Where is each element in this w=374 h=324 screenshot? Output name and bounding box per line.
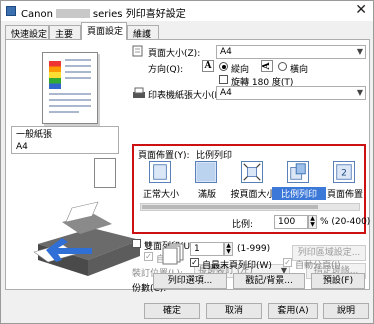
print-from-last-page-checkbox[interactable]: ✓ <box>190 258 199 267</box>
copies-spinner[interactable]: ▲ ▼ <box>224 242 233 256</box>
fit-to-page-icon <box>241 161 263 183</box>
landscape-icon: A <box>261 60 273 72</box>
borderless-icon <box>195 161 217 183</box>
apply-button[interactable]: 套用(A) <box>268 303 318 319</box>
collate-label: 自動分頁(I) <box>295 261 341 271</box>
scale-label: 比例: <box>232 220 254 230</box>
page-size-icon <box>132 45 143 57</box>
preview-text-line <box>49 105 91 107</box>
layout-option-fit-to-page[interactable]: 按頁面大小 <box>230 161 276 203</box>
scaled-print-icon <box>287 161 309 183</box>
page-layout-group: 頁面佈置(Y): 比例列印 正常大小 滿版 按頁面大小 比例列印 2 頁面佈置 <box>132 144 370 234</box>
portrait-icon: A <box>202 60 214 72</box>
preview-text-line <box>49 111 79 113</box>
copies-stack-icon <box>162 243 184 265</box>
page-size-value: A4 <box>220 47 232 57</box>
layout-option-scaled[interactable]: 比例列印 <box>272 161 326 203</box>
media-summary-box: 一般紙張 A4 <box>11 126 119 154</box>
media-size-text: A4 <box>16 142 28 152</box>
page-layout-label: 頁面佈置(Y): <box>138 151 190 161</box>
chevron-down-icon: ▼ <box>356 47 363 56</box>
printer-paper-size-value: A4 <box>220 88 232 98</box>
tab-maintenance[interactable]: 維護 <box>127 25 159 40</box>
stamp-background-button[interactable]: 戳記/背景... <box>233 273 305 289</box>
blurred-model-name <box>55 9 90 18</box>
preview-text-line <box>65 71 91 73</box>
preview-text-line <box>65 65 91 67</box>
printer-paper-icon <box>133 87 145 98</box>
scale-range: % (20-400) <box>320 217 371 227</box>
portrait-label: 縱向 <box>231 65 250 75</box>
page-size-label: 頁面大小(Z): <box>148 49 201 59</box>
layout-option-label: 頁面佈置 <box>326 190 363 200</box>
rotate-180-checkbox[interactable] <box>219 75 228 84</box>
preview-text-line <box>65 77 91 79</box>
media-type-text: 一般紙張 <box>16 130 53 140</box>
window-title: Canon series 列印喜好設定 <box>21 5 186 20</box>
landscape-radio[interactable] <box>278 62 287 71</box>
copies-range: (1-999) <box>237 244 271 254</box>
landscape-label: 橫向 <box>290 65 309 75</box>
page-layout-current: 比例列印 <box>196 151 233 161</box>
layout-scrollbar[interactable] <box>140 203 360 211</box>
help-button[interactable]: 說明 <box>323 303 369 319</box>
layout-option-borderless[interactable]: 滿版 <box>184 161 230 203</box>
preview-color-image <box>49 61 61 89</box>
printer-illustration-icon <box>33 201 140 276</box>
title-brand: Canon <box>21 9 53 20</box>
preview-text-line <box>49 93 91 95</box>
printer-paper-size-select[interactable]: A4 ▼ <box>216 86 366 100</box>
orientation-label: 方向(Q): <box>148 65 184 75</box>
page-preview <box>42 52 98 124</box>
output-page-preview <box>94 158 116 188</box>
layout-option-page-layout[interactable]: 2 頁面佈置 <box>322 161 368 203</box>
copies-input[interactable]: 1 <box>190 242 224 256</box>
tab-quick-setup[interactable]: 快速設定 <box>5 25 49 40</box>
duplex-auto-checkbox[interactable]: ✓ <box>144 252 153 261</box>
scrollbar-thumb[interactable] <box>142 205 318 209</box>
chevron-down-icon: ▼ <box>356 88 363 97</box>
page-setup-panel: 一般紙張 A4 頁面大小(Z): A4 ▼ 方向(Q): A 縱向 A 橫向 旋… <box>5 39 370 294</box>
title-bar: Canon series 列印喜好設定 ✕ <box>1 1 373 21</box>
portrait-radio[interactable] <box>219 62 228 71</box>
layout-option-normal-size[interactable]: 正常大小 <box>138 161 184 203</box>
preview-text-line <box>65 59 91 61</box>
print-options-button[interactable]: 列印選項... <box>153 273 227 289</box>
title-rest: series 列印喜好設定 <box>92 9 186 20</box>
tab-page-setup[interactable]: 頁面設定 <box>81 22 127 40</box>
svg-text:2: 2 <box>341 169 347 179</box>
normal-size-icon <box>149 161 171 183</box>
defaults-button[interactable]: 預設(F) <box>311 273 365 289</box>
tab-main[interactable]: 主要 <box>49 25 81 40</box>
printing-preferences-window: Canon series 列印喜好設定 ✕ 快速設定 主要 頁面設定 維護 一般紙… <box>0 0 374 324</box>
preview-text-line <box>49 99 91 101</box>
close-icon[interactable]: ✕ <box>355 2 367 18</box>
cancel-button[interactable]: 取消 <box>206 303 262 319</box>
printer-paper-size-label: 印表機紙張大小(E): <box>148 91 227 101</box>
ok-button[interactable]: 確定 <box>144 303 200 319</box>
scale-input[interactable]: 100 <box>274 215 308 229</box>
duplex-checkbox[interactable] <box>132 239 141 248</box>
page-layout-icon: 2 <box>333 161 355 183</box>
collate-checkbox[interactable]: ✓ <box>283 258 292 267</box>
scale-spinner[interactable]: ▲ ▼ <box>308 215 317 229</box>
page-size-select[interactable]: A4 ▼ <box>216 45 366 59</box>
printer-app-icon <box>6 6 16 16</box>
print-from-last-page-label: 自最末頁列印(W) <box>202 261 272 271</box>
